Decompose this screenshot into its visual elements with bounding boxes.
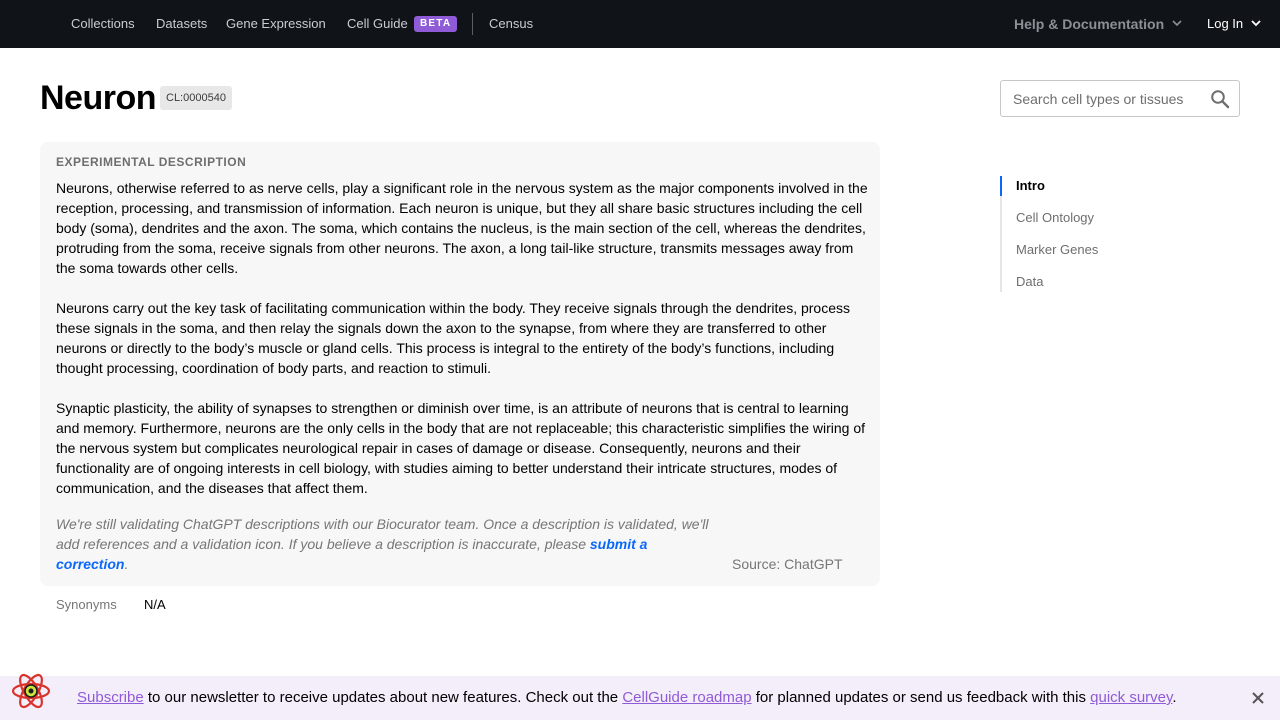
- ontology-id-badge[interactable]: CL:0000540: [160, 86, 232, 110]
- nav-link-census[interactable]: Census: [489, 0, 533, 48]
- beta-badge: BETA: [414, 16, 458, 32]
- cellguide-atom-icon: [11, 673, 51, 709]
- search-box[interactable]: [1000, 80, 1240, 117]
- synonyms-label: Synonyms: [56, 597, 117, 612]
- toc-active-indicator: [1000, 176, 1002, 196]
- help-documentation-menu[interactable]: Help & Documentation: [1014, 0, 1164, 48]
- close-icon[interactable]: [1250, 690, 1266, 706]
- description-heading: EXPERIMENTAL DESCRIPTION: [56, 155, 247, 169]
- toc-item-marker-genes[interactable]: Marker Genes: [1016, 240, 1098, 260]
- description-card: EXPERIMENTAL DESCRIPTION Neurons, otherw…: [40, 142, 880, 586]
- nav-link-datasets[interactable]: Datasets: [156, 0, 207, 48]
- description-source: Source: ChatGPT: [732, 556, 843, 572]
- login-button[interactable]: Log In: [1207, 0, 1243, 48]
- banner-text-part: for planned updates or send us feedback …: [751, 689, 1091, 706]
- banner-text-part: to our newsletter to receive updates abo…: [143, 689, 623, 706]
- validation-disclaimer: We're still validating ChatGPT descripti…: [56, 514, 716, 574]
- subscribe-link[interactable]: Subscribe: [77, 689, 144, 706]
- toc-item-cell-ontology[interactable]: Cell Ontology: [1016, 208, 1094, 228]
- cellguide-roadmap-link[interactable]: CellGuide roadmap: [622, 689, 751, 706]
- table-of-contents: Intro Cell Ontology Marker Genes Data: [1000, 176, 1200, 292]
- toc-item-intro[interactable]: Intro: [1016, 176, 1045, 196]
- banner-text-part: .: [1172, 689, 1177, 706]
- description-paragraph: Neurons, otherwise referred to as nerve …: [56, 180, 868, 276]
- nav-link-cell-guide[interactable]: Cell Guide: [347, 0, 408, 48]
- chevron-down-icon: [1251, 20, 1261, 27]
- search-icon[interactable]: [1210, 89, 1230, 109]
- banner-message: Subscribe to our newsletter to receive u…: [77, 688, 1177, 708]
- chevron-down-icon: [1172, 20, 1182, 27]
- search-input[interactable]: [1013, 89, 1203, 109]
- page-title: Neuron: [40, 79, 157, 117]
- toc-item-data[interactable]: Data: [1016, 272, 1043, 292]
- quick-survey-link[interactable]: quick survey: [1090, 689, 1172, 706]
- description-paragraph: Synaptic plasticity, the ability of syna…: [56, 400, 866, 496]
- disclaimer-end: .: [124, 556, 129, 572]
- synonyms-value: N/A: [144, 597, 166, 612]
- description-paragraph: Neurons carry out the key task of facili…: [56, 300, 851, 376]
- nav-divider: [472, 13, 473, 35]
- top-navigation: Collections Datasets Gene Expression Cel…: [0, 0, 1280, 48]
- nav-link-collections[interactable]: Collections: [71, 0, 135, 48]
- nav-link-gene-expression[interactable]: Gene Expression: [226, 0, 326, 48]
